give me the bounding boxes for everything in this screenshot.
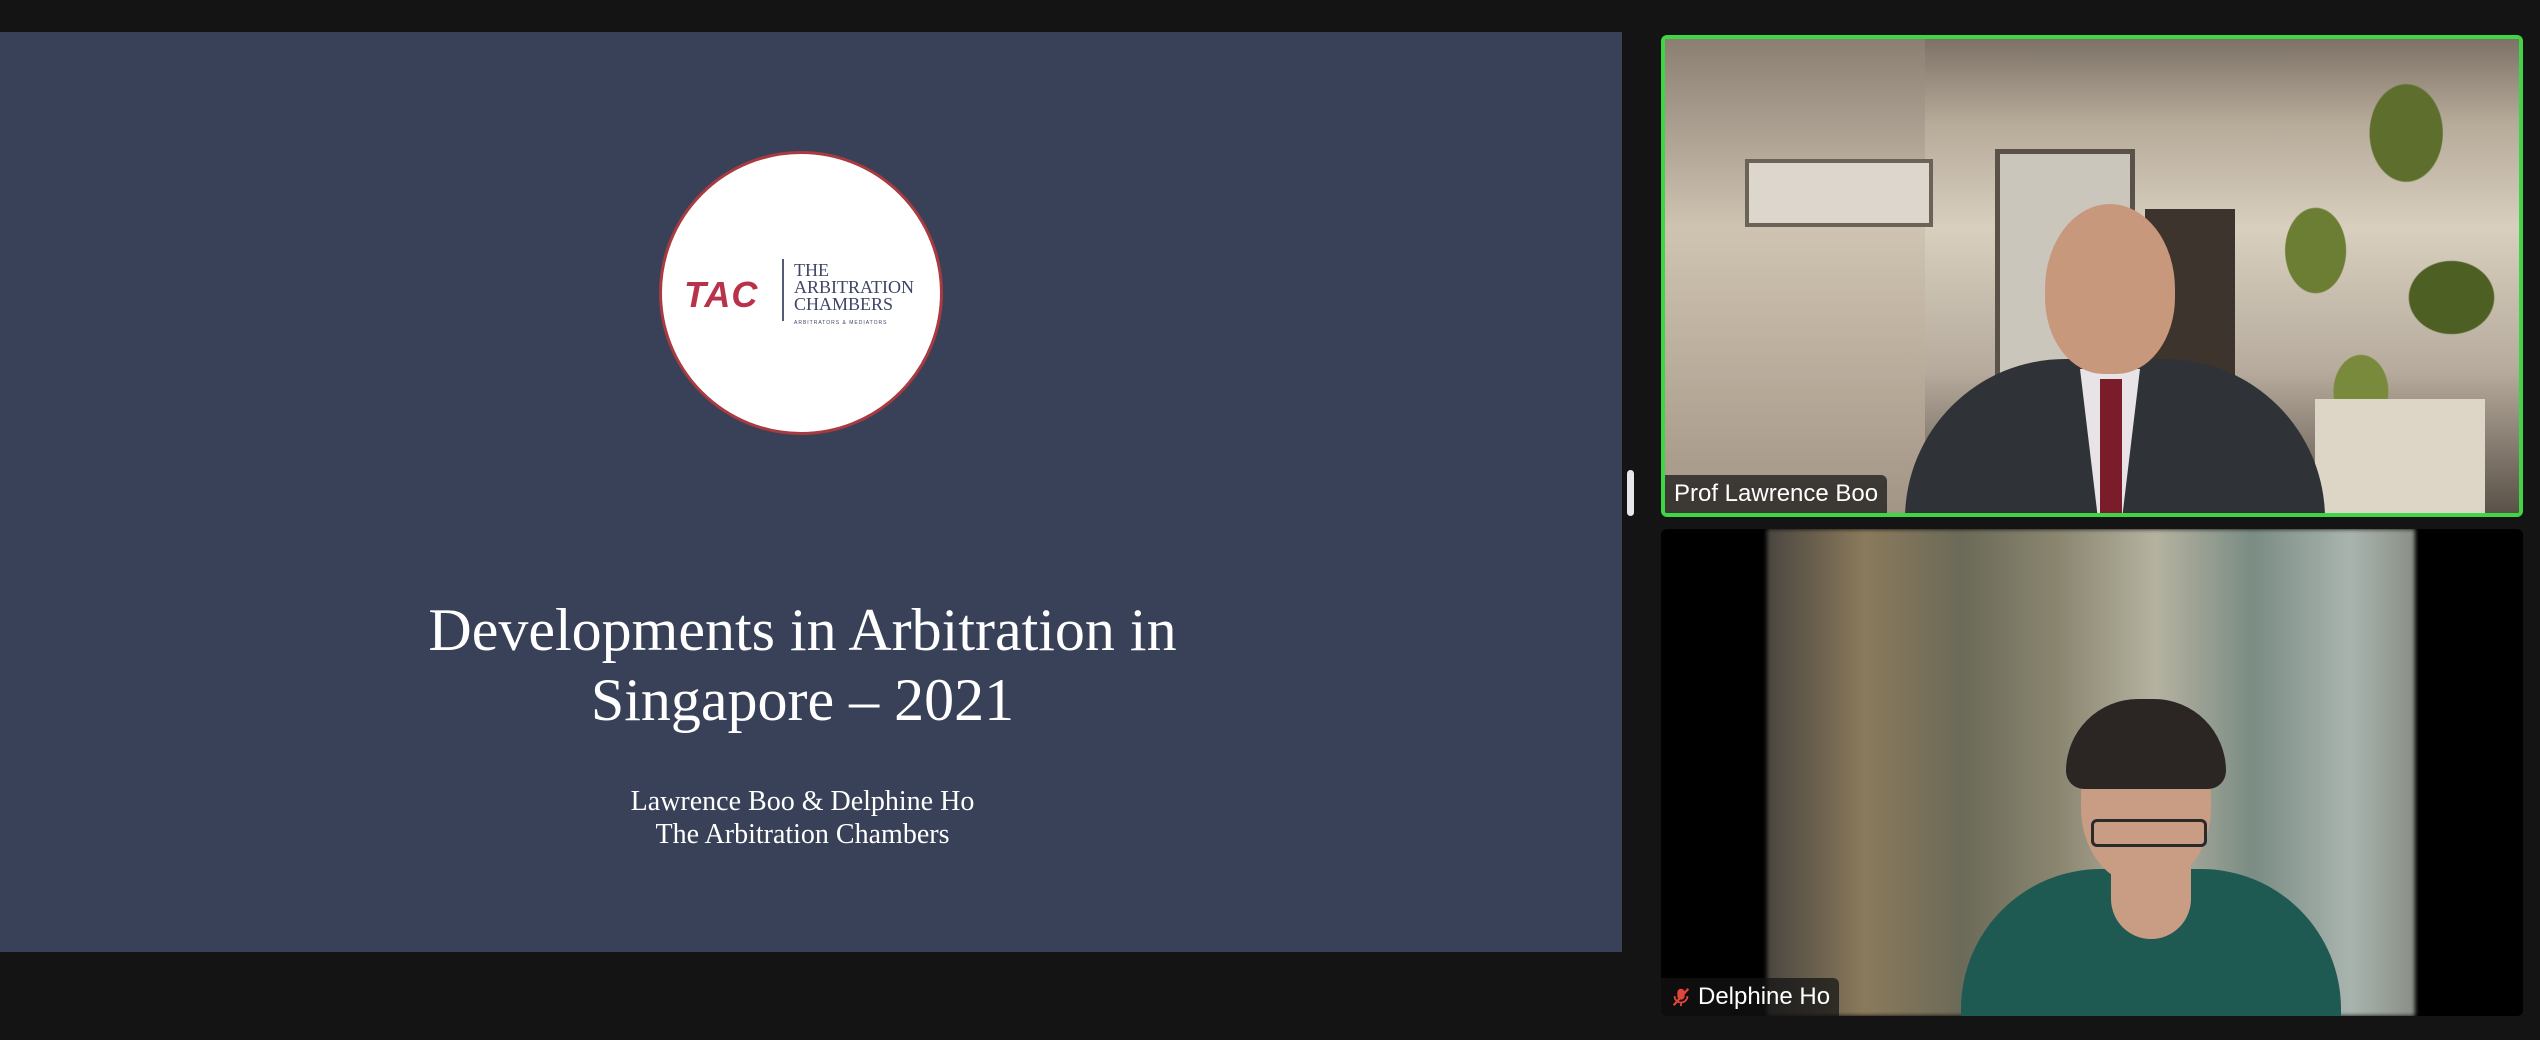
participant-name-label: Prof Lawrence Boo bbox=[1665, 475, 1888, 513]
slide-title-line: Singapore – 2021 bbox=[590, 667, 1015, 733]
slide-title: Developments in Arbitration in Singapore… bbox=[0, 595, 1605, 735]
tac-logo: TAC THE ARBITRATION CHAMBERS Arbitrators… bbox=[659, 151, 943, 435]
slide-title-line: Developments in Arbitration in bbox=[428, 597, 1177, 663]
logo-name-line: CHAMBERS bbox=[794, 294, 894, 314]
participant-name: Delphine Ho bbox=[1698, 983, 1831, 1010]
tac-logo-mark: TAC bbox=[684, 274, 759, 315]
participant-name-label: Delphine Ho bbox=[1661, 978, 1840, 1016]
video-tile-active-speaker[interactable]: Prof Lawrence Boo bbox=[1661, 35, 2523, 517]
slide-subtitle: Lawrence Boo & Delphine Ho The Arbitrati… bbox=[0, 785, 1605, 851]
slide-subtitle-line: The Arbitration Chambers bbox=[655, 819, 950, 850]
slide-subtitle-line: Lawrence Boo & Delphine Ho bbox=[630, 786, 975, 817]
panel-resize-handle[interactable] bbox=[1627, 470, 1634, 516]
video-tile[interactable]: Delphine Ho bbox=[1661, 529, 2523, 1016]
tac-logo-tagline: Arbitrators & Mediators bbox=[794, 320, 888, 326]
participant-video bbox=[1665, 39, 2519, 513]
logo-divider bbox=[782, 259, 784, 321]
mic-muted-icon bbox=[1670, 986, 1692, 1008]
shared-screen-slide: TAC THE ARBITRATION CHAMBERS Arbitrators… bbox=[0, 32, 1622, 952]
tac-logo-name: THE ARBITRATION CHAMBERS bbox=[794, 261, 914, 314]
